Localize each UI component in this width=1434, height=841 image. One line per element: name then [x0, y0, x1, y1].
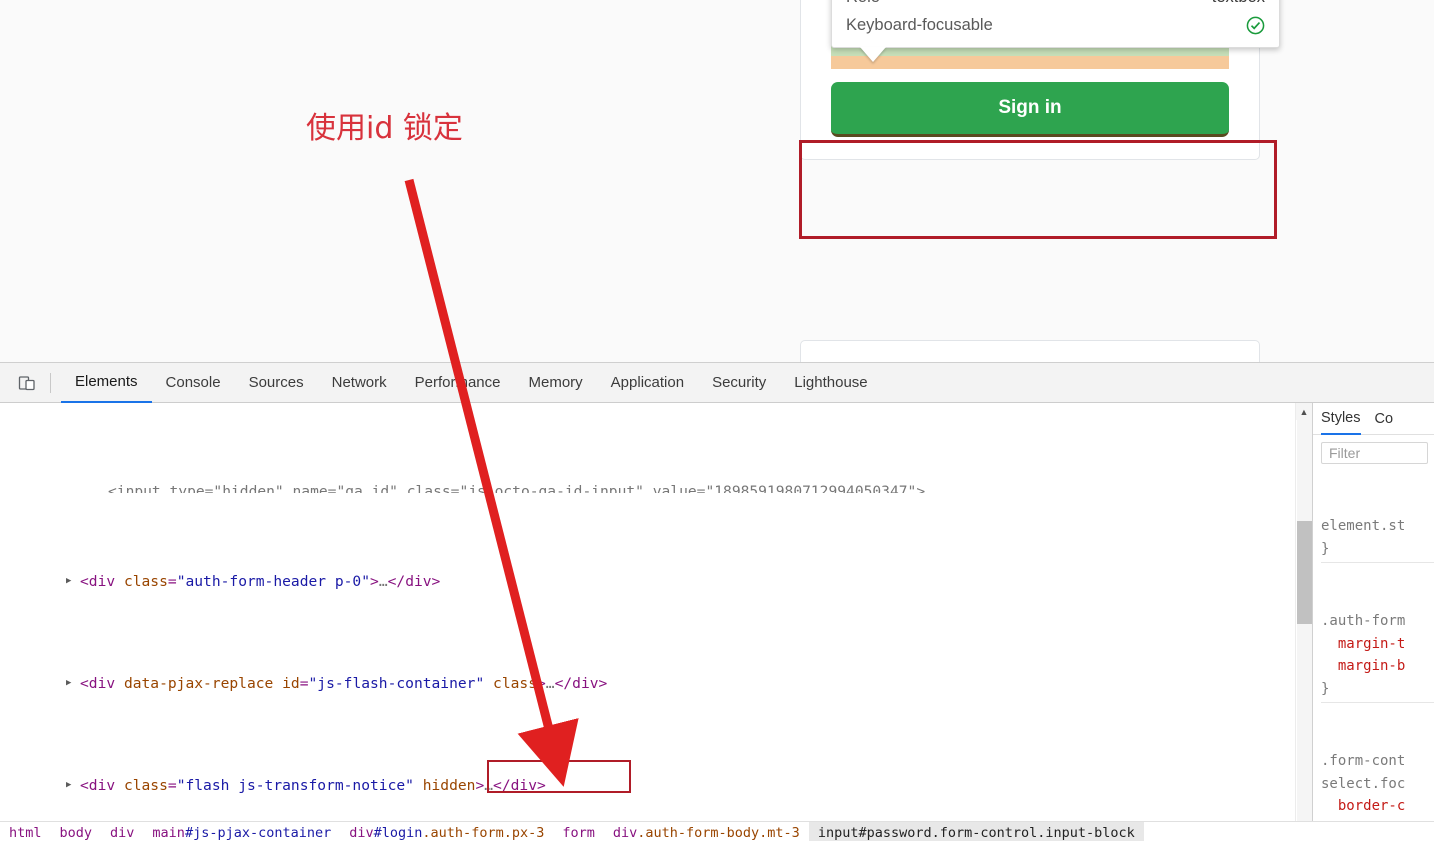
dom-tag-close: div	[572, 675, 598, 692]
style-prop[interactable]: margin-t	[1338, 636, 1405, 652]
breadcrumb-tag: main	[152, 825, 185, 841]
dom-line-ga-id[interactable]: <input type="hidden" name="ga_id" class=…	[0, 479, 1312, 493]
tab-network[interactable]: Network	[318, 363, 401, 403]
dom-tree-pane[interactable]: <input type="hidden" name="ga_id" class=…	[0, 403, 1312, 841]
dom-line-text: <input type="hidden" name="ga_id" class=…	[108, 483, 925, 493]
check-circle-icon	[1246, 16, 1265, 35]
breadcrumb-tag: div	[349, 825, 373, 841]
scroll-up-arrow-icon[interactable]: ▲	[1296, 403, 1312, 420]
tab-console[interactable]: Console	[152, 363, 235, 403]
tab-elements[interactable]: Elements	[61, 363, 152, 403]
dom-line-flash-notice[interactable]: ▶<div class="flash js-transform-notice" …	[0, 773, 1312, 798]
breadcrumb-tag: div	[110, 825, 134, 841]
device-toolbar-icon[interactable]	[10, 368, 44, 398]
dom-line-flash-container[interactable]: ▶<div data-pjax-replace id="js-flash-con…	[0, 671, 1312, 696]
secondary-card	[800, 340, 1260, 362]
styles-rules: element.st} .auth-form margin-t margin-b…	[1313, 470, 1434, 841]
accessibility-row-keyboard-focusable: Keyboard-focusable	[846, 11, 1265, 39]
breadcrumb-item-selected[interactable]: input#password.form-control.input-block	[809, 822, 1144, 841]
breadcrumb-id: #password	[858, 825, 931, 841]
browser-viewport: Password Forgot password? Sign in ACCESS…	[0, 0, 1434, 362]
style-close-brace: }	[1321, 541, 1329, 557]
dom-tag: div	[89, 777, 115, 794]
style-rule[interactable]: .auth-form margin-t margin-b}	[1321, 610, 1434, 703]
breadcrumb-item[interactable]: form	[553, 822, 604, 841]
breadcrumb-item[interactable]: div.auth-form-body.mt-3	[604, 822, 809, 841]
dom-attr: class	[124, 573, 168, 590]
dom-attr: data-pjax-replace	[124, 675, 273, 692]
dom-tag: div	[89, 675, 115, 692]
accessibility-tooltip: ACCESSIBILITY Name Password Forgot passw…	[831, 0, 1280, 48]
breadcrumb: html body div main#js-pjax-container div…	[0, 821, 1434, 841]
scrollbar-thumb[interactable]	[1297, 521, 1312, 624]
breadcrumb-id: #login	[374, 825, 423, 841]
breadcrumb-class: .auth-form.px-3	[422, 825, 544, 841]
styles-tabbar: Styles Co	[1313, 403, 1434, 435]
expand-triangle-icon[interactable]: ▶	[66, 671, 71, 696]
expand-triangle-icon[interactable]: ▶	[66, 773, 71, 798]
expand-triangle-icon[interactable]: ▶	[66, 569, 71, 594]
row-key: Keyboard-focusable	[846, 11, 993, 39]
style-prop[interactable]: margin-b	[1338, 658, 1405, 674]
breadcrumb-item[interactable]: main#js-pjax-container	[143, 822, 340, 841]
dom-attr-value: js-flash-container	[317, 675, 475, 692]
breadcrumb-tag: input	[818, 825, 859, 841]
dom-attr-value: flash js-transform-notice	[185, 777, 405, 794]
devtools-body: <input type="hidden" name="ga_id" class=…	[0, 403, 1434, 841]
breadcrumb-tag: form	[562, 825, 595, 841]
style-prop[interactable]: border-c	[1338, 798, 1405, 814]
styles-pane: Styles Co Filter element.st} .auth-form …	[1312, 403, 1434, 841]
dom-attr: class	[124, 777, 168, 794]
dom-scrollbar[interactable]: ▲ ▼	[1295, 403, 1312, 841]
devtools-panel: Elements Console Sources Network Perform…	[0, 362, 1434, 841]
dom-tag-close: div	[405, 573, 431, 590]
annotation-note-chinese: 使用id 锁定	[306, 103, 463, 147]
row-key: Role	[846, 0, 880, 11]
tab-application[interactable]: Application	[597, 363, 698, 403]
styles-filter-input[interactable]: Filter	[1321, 442, 1428, 464]
accessibility-row-role: Role textbox	[846, 0, 1265, 11]
dom-attr-value: auth-form-header p-0	[185, 573, 361, 590]
sign-in-button[interactable]: Sign in	[831, 82, 1229, 137]
style-selector: .auth-form	[1321, 613, 1405, 629]
breadcrumb-item[interactable]: body	[51, 822, 102, 841]
style-selector: element.st	[1321, 518, 1405, 534]
dom-tree: <input type="hidden" name="ga_id" class=…	[0, 403, 1312, 841]
breadcrumb-tag: div	[613, 825, 637, 841]
tab-lighthouse[interactable]: Lighthouse	[780, 363, 881, 403]
style-rule[interactable]: element.st}	[1321, 515, 1434, 563]
dom-tag: div	[89, 573, 115, 590]
row-value: textbox	[1212, 0, 1265, 11]
dom-attr: id	[282, 675, 300, 692]
devtools-tabbar: Elements Console Sources Network Perform…	[0, 363, 1434, 403]
tab-styles[interactable]: Styles	[1321, 403, 1361, 435]
breadcrumb-item[interactable]: div#login.auth-form.px-3	[340, 822, 553, 841]
breadcrumb-class: .auth-form-body.mt-3	[637, 825, 800, 841]
tooltip-arrow	[860, 47, 886, 62]
tab-computed[interactable]: Co	[1375, 403, 1394, 435]
style-close-brace: }	[1321, 681, 1329, 697]
style-selector: .form-cont select.foc	[1321, 753, 1405, 792]
dom-attr: class	[493, 675, 537, 692]
tab-sources[interactable]: Sources	[235, 363, 318, 403]
breadcrumb-item[interactable]: div	[101, 822, 143, 841]
tab-memory[interactable]: Memory	[515, 363, 597, 403]
dom-attr: hidden	[423, 777, 476, 794]
dom-tag-close: div	[511, 777, 537, 794]
breadcrumb-item[interactable]: html	[0, 822, 51, 841]
breadcrumb-tag: body	[60, 825, 93, 841]
tab-security[interactable]: Security	[698, 363, 780, 403]
tab-performance[interactable]: Performance	[401, 363, 515, 403]
breadcrumb-tag: html	[9, 825, 42, 841]
breadcrumb-class: .form-control.input-block	[932, 825, 1135, 841]
toolbar-separator	[50, 373, 51, 393]
dom-line-auth-form-header[interactable]: ▶<div class="auth-form-header p-0">…</di…	[0, 569, 1312, 594]
breadcrumb-id: #js-pjax-container	[185, 825, 331, 841]
